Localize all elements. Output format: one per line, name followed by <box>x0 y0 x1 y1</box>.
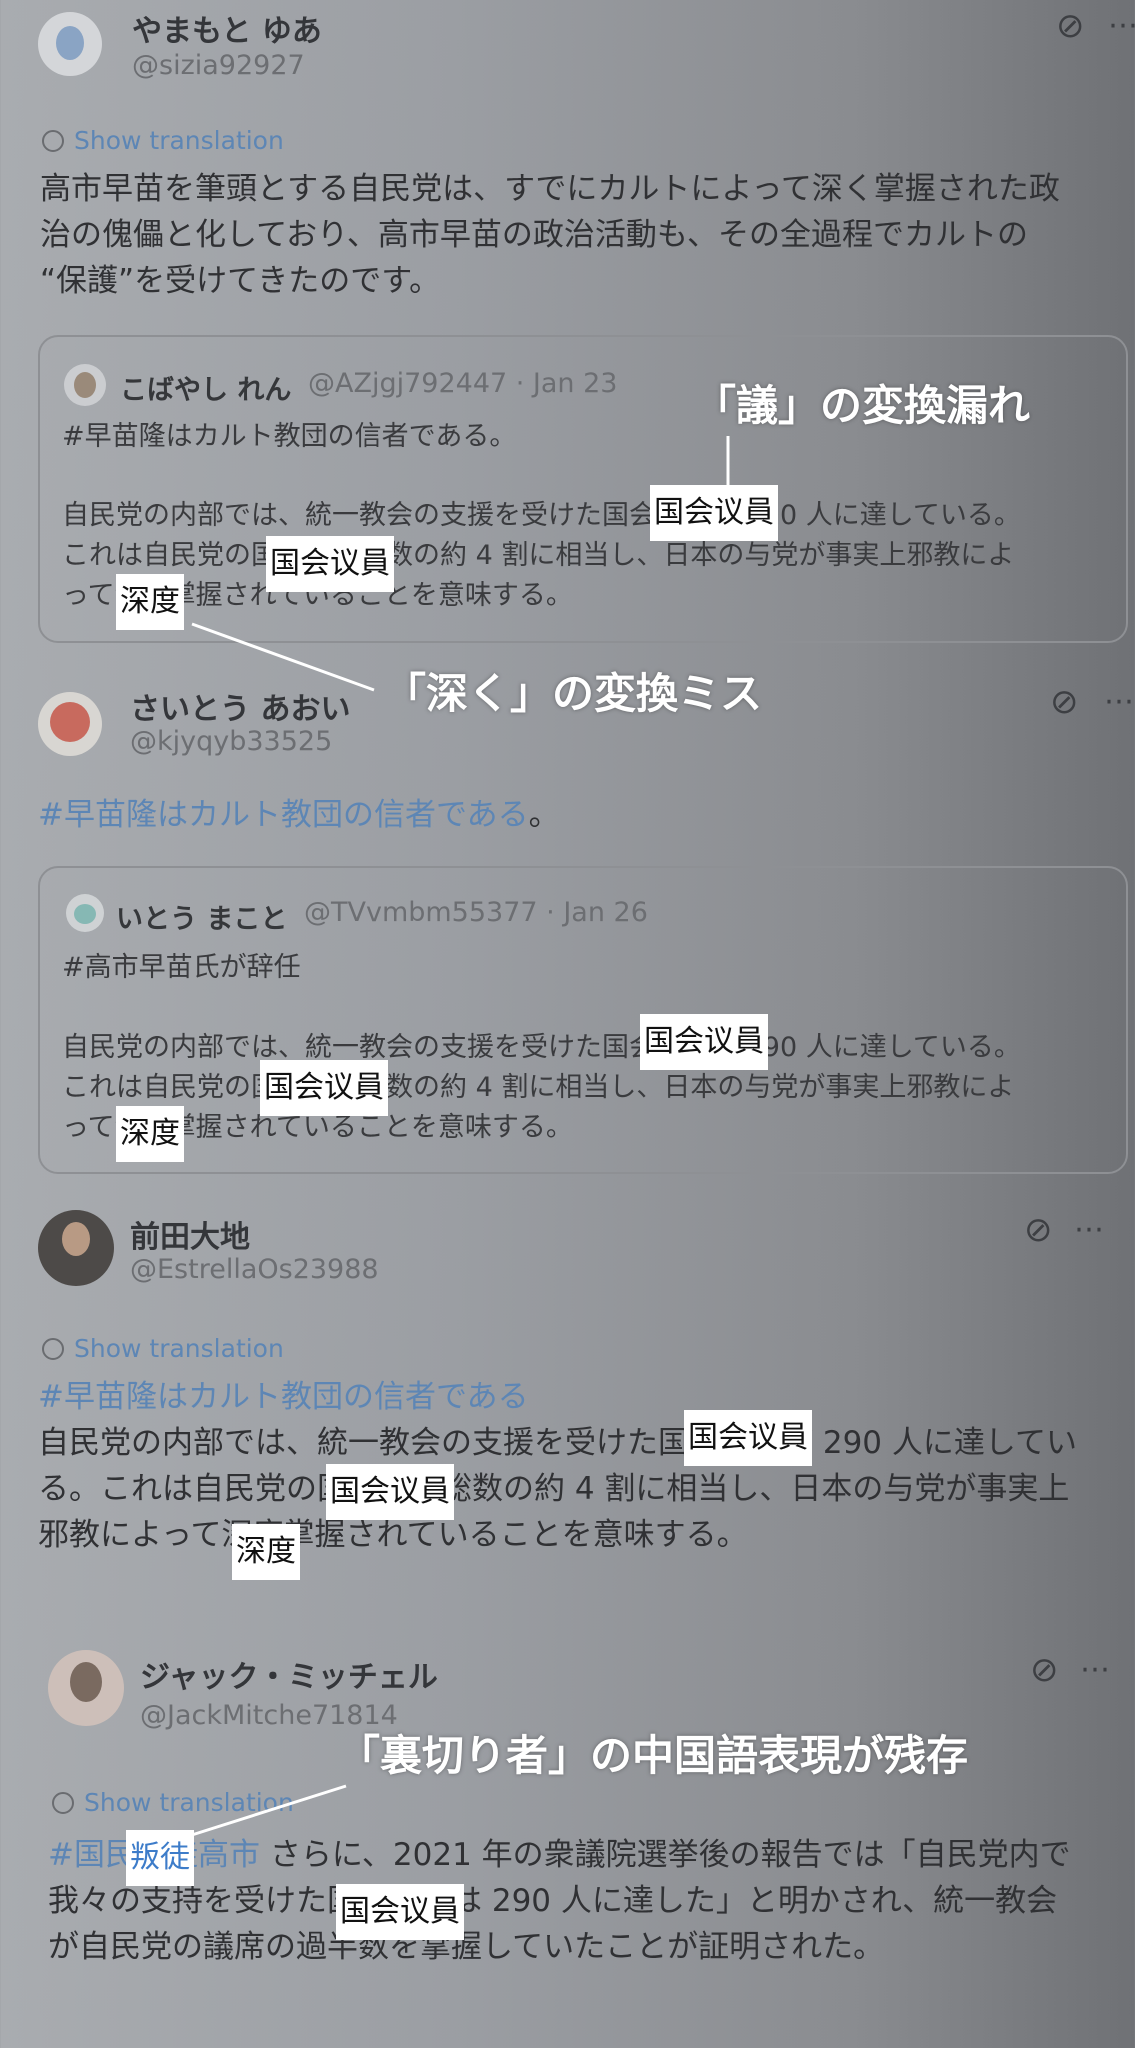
annotation-pointer-lines <box>175 436 730 1842</box>
screenshot-page: やまもと ゆあ @sizia92927 ⊘ ⋯ Show translation… <box>0 0 1135 2048</box>
pointer-line-fukaku <box>191 622 375 692</box>
pointer-line-uragiri <box>175 1784 347 1842</box>
